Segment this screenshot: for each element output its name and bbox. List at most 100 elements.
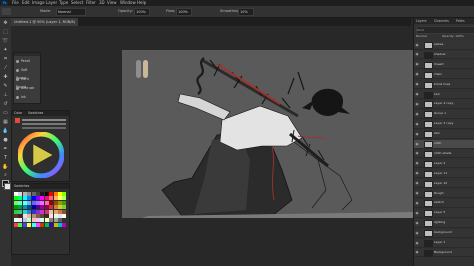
color-swatch[interactable]: [58, 196, 62, 201]
visibility-eye-icon[interactable]: ◉: [415, 250, 419, 254]
layer-row[interactable]: ◉ Group 1: [414, 110, 474, 119]
color-swatch[interactable]: [49, 218, 54, 223]
color-swatch[interactable]: [62, 214, 67, 218]
color-swatch[interactable]: [44, 209, 49, 214]
color-swatch[interactable]: [18, 196, 23, 201]
brush-preset-item[interactable]: Airbrush: [16, 84, 38, 92]
brush-tool-icon[interactable]: ✎: [2, 83, 9, 90]
visibility-eye-icon[interactable]: ◉: [415, 142, 419, 146]
gradient-tool-icon[interactable]: ▦: [2, 119, 9, 126]
tab-swatches[interactable]: Swatches: [28, 111, 43, 116]
color-swatch[interactable]: [36, 218, 40, 223]
color-swatch[interactable]: [27, 192, 32, 196]
layer-opacity[interactable]: Opacity: 100%: [442, 34, 464, 39]
color-swatch[interactable]: [53, 200, 58, 205]
color-swatch[interactable]: [14, 218, 18, 223]
color-swatch[interactable]: [36, 200, 40, 205]
brush-preset-item[interactable]: Pencil: [16, 57, 38, 65]
color-swatch[interactable]: [62, 196, 67, 201]
color-swatch[interactable]: [31, 192, 36, 196]
color-swatch[interactable]: [14, 192, 18, 196]
eraser-tool-icon[interactable]: ▭: [2, 110, 9, 117]
layer-row[interactable]: ◉ hair: [414, 90, 474, 100]
clone-stamp-tool-icon[interactable]: ⊥: [2, 92, 9, 99]
color-swatch[interactable]: [14, 205, 18, 210]
visibility-eye-icon[interactable]: ◉: [415, 102, 419, 106]
layer-row[interactable]: ◉ Layer 3 copy: [414, 120, 474, 129]
color-swatch[interactable]: [44, 192, 49, 196]
layer-filter-select[interactable]: Kind: [416, 26, 474, 34]
visibility-eye-icon[interactable]: ◉: [415, 122, 419, 126]
color-swatch[interactable]: [31, 196, 36, 201]
color-swatch[interactable]: [14, 200, 18, 205]
layer-row[interactable]: ◉ chain: [414, 70, 474, 80]
quick-select-tool-icon[interactable]: ✦: [2, 47, 9, 54]
tab-channels[interactable]: Channels: [432, 18, 451, 24]
visibility-eye-icon[interactable]: ◉: [415, 221, 419, 225]
move-tool-icon[interactable]: ✥: [2, 20, 9, 27]
color-swatch[interactable]: [62, 200, 67, 205]
pen-tool-icon[interactable]: ✒: [2, 146, 9, 153]
color-swatch[interactable]: [44, 218, 49, 223]
eyedropper-tool-icon[interactable]: ⁄: [2, 65, 9, 72]
brush-panel-header[interactable]: [14, 53, 40, 56]
color-swatch[interactable]: [40, 214, 45, 218]
smoothing-field[interactable]: 10%: [238, 8, 254, 16]
color-swatch[interactable]: [40, 200, 45, 205]
visibility-eye-icon[interactable]: ◉: [415, 52, 419, 56]
visibility-eye-icon[interactable]: ◉: [415, 112, 419, 116]
zoom-tool-icon[interactable]: ⌕: [2, 172, 9, 179]
color-sliders[interactable]: [15, 118, 67, 130]
color-swatch[interactable]: [18, 205, 23, 210]
visibility-eye-icon[interactable]: ◉: [415, 181, 419, 185]
color-swatch[interactable]: [62, 209, 67, 214]
visibility-eye-icon[interactable]: ◉: [415, 231, 419, 235]
layer-row[interactable]: ◉ cloth shade: [414, 149, 474, 159]
color-swatch[interactable]: [49, 209, 54, 214]
layer-row[interactable]: ◉ lighting: [414, 219, 474, 228]
color-swatch[interactable]: [58, 218, 62, 223]
color-swatch[interactable]: [18, 209, 23, 214]
visibility-eye-icon[interactable]: ◉: [415, 211, 419, 215]
visibility-eye-icon[interactable]: ◉: [415, 62, 419, 66]
color-swatch[interactable]: [62, 218, 67, 223]
layer-row[interactable]: ◉ Background: [414, 248, 474, 258]
background-color-swatch[interactable]: [4, 183, 11, 190]
visibility-eye-icon[interactable]: ◉: [415, 171, 419, 175]
visibility-eye-icon[interactable]: ◉: [415, 161, 419, 165]
color-swatch[interactable]: [14, 222, 18, 227]
color-swatch[interactable]: [58, 222, 62, 227]
color-swatch[interactable]: [18, 222, 23, 227]
brush-preset-item[interactable]: Ink: [16, 93, 38, 101]
color-swatch[interactable]: [53, 209, 58, 214]
color-swatch[interactable]: [36, 192, 40, 196]
mode-select[interactable]: Normal: [56, 8, 86, 16]
color-swatch[interactable]: [22, 205, 27, 210]
color-swatch[interactable]: [53, 214, 58, 218]
color-swatch[interactable]: [49, 200, 54, 205]
color-swatch[interactable]: [44, 205, 49, 210]
color-swatch[interactable]: [53, 192, 58, 196]
color-swatch[interactable]: [22, 192, 27, 196]
color-swatch[interactable]: [22, 209, 27, 214]
color-swatch[interactable]: [22, 222, 27, 227]
visibility-eye-icon[interactable]: ◉: [415, 132, 419, 136]
color-swatch[interactable]: [58, 205, 62, 210]
layer-row[interactable]: ◉ spikes: [414, 41, 474, 50]
type-tool-icon[interactable]: T: [2, 155, 9, 162]
color-swatch[interactable]: [40, 205, 45, 210]
color-swatch[interactable]: [58, 209, 62, 214]
layer-row[interactable]: ◉ Layer 11: [414, 169, 474, 179]
color-swatch[interactable]: [49, 222, 54, 227]
color-swatch[interactable]: [44, 222, 49, 227]
color-swatch[interactable]: [53, 222, 58, 227]
color-swatch[interactable]: [31, 205, 36, 210]
layer-row[interactable]: ◉ cloth: [414, 140, 474, 149]
color-swatch[interactable]: [36, 205, 40, 210]
color-swatch[interactable]: [36, 222, 40, 227]
color-swatch[interactable]: [31, 218, 36, 223]
marquee-tool-icon[interactable]: ⬚: [2, 29, 9, 36]
color-swatch[interactable]: [27, 196, 32, 201]
color-swatch[interactable]: [27, 209, 32, 214]
blur-tool-icon[interactable]: 💧: [2, 128, 9, 135]
